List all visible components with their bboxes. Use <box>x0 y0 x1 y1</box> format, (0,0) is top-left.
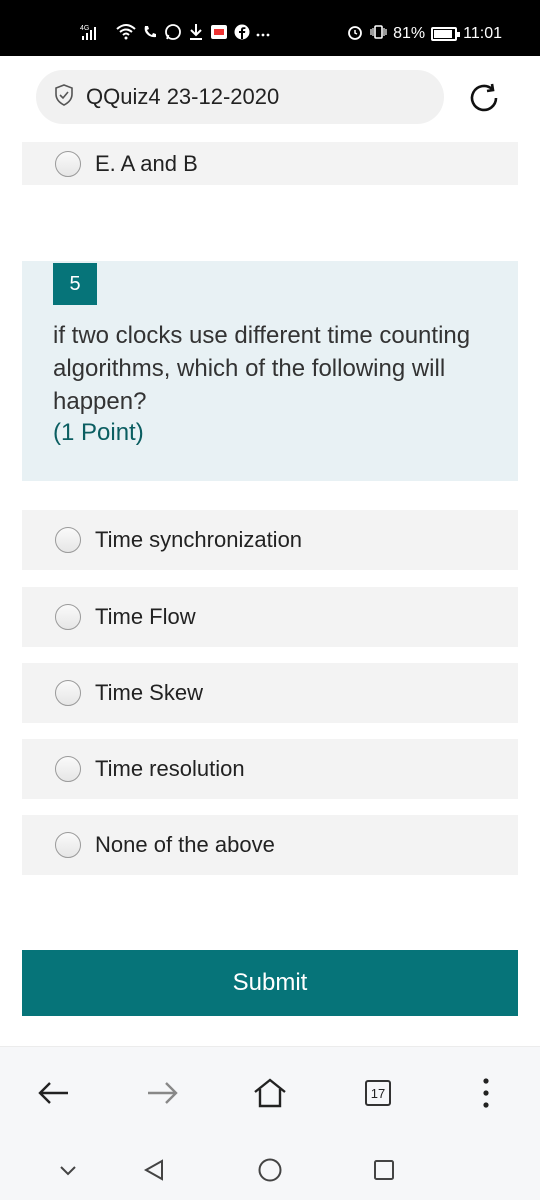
option-label: Time Skew <box>95 680 203 705</box>
vibrate-icon <box>369 24 387 45</box>
whatsapp-icon <box>164 23 182 46</box>
tabs-button[interactable]: 17 <box>358 1073 398 1113</box>
submit-button[interactable]: Submit <box>22 950 518 1016</box>
answer-option[interactable]: Time Skew <box>22 663 518 723</box>
radio-button[interactable] <box>55 832 81 858</box>
phone-icon <box>142 24 158 45</box>
refresh-icon <box>470 83 498 112</box>
question-text: if two clocks use different time countin… <box>53 322 471 415</box>
status-right-icons: 81% 11:01 <box>347 20 502 48</box>
menu-button[interactable] <box>466 1073 506 1113</box>
option-previous-e[interactable]: E. A and B <box>22 142 518 185</box>
answer-option[interactable]: Time resolution <box>22 739 518 799</box>
page-title: QQuiz4 23-12-2020 <box>86 84 280 109</box>
app-icon <box>210 24 228 45</box>
menu-dots-icon <box>483 1078 489 1108</box>
answer-option[interactable]: None of the above <box>22 815 518 875</box>
system-home-button[interactable] <box>250 1150 290 1190</box>
system-nav-bar <box>0 1130 540 1200</box>
wifi-icon <box>116 23 136 46</box>
option-label: None of the above <box>95 832 275 857</box>
recents-square-icon <box>374 1160 394 1180</box>
home-icon <box>254 1078 286 1108</box>
svg-text:4G: 4G <box>80 25 89 32</box>
back-button[interactable] <box>34 1073 74 1113</box>
facebook-icon <box>234 24 250 45</box>
address-bar[interactable]: QQuiz4 23-12-2020 <box>36 70 444 124</box>
battery-level <box>434 30 452 38</box>
browser-toolbar: 17 <box>0 1046 540 1130</box>
status-bar: 4G 81% 11:01 <box>0 0 540 56</box>
system-recents-button[interactable] <box>364 1150 404 1190</box>
collapse-chevron-icon <box>60 1166 76 1176</box>
collapse-button[interactable] <box>48 1150 88 1190</box>
tabs-icon: 17 <box>365 1080 391 1106</box>
question-points: (1 Point) <box>53 419 144 446</box>
home-button[interactable] <box>250 1073 290 1113</box>
answer-option[interactable]: Time Flow <box>22 587 518 647</box>
signal-icon: 4G <box>80 23 110 46</box>
question-number-badge: 5 <box>53 263 97 305</box>
answer-option[interactable]: Time synchronization <box>22 510 518 570</box>
clock-time: 11:01 <box>463 25 502 42</box>
more-icon <box>256 25 270 43</box>
alarm-icon <box>347 24 363 45</box>
status-left-icons: 4G <box>80 20 270 48</box>
battery-percent: 81% <box>393 25 426 42</box>
screen: 4G 81% 11:01 QQuiz4 23-12-2020 E. A and … <box>0 0 540 1200</box>
option-label: Time Flow <box>95 604 196 629</box>
back-arrow-icon <box>38 1082 68 1104</box>
forward-arrow-icon <box>148 1082 178 1104</box>
radio-button[interactable] <box>55 150 81 177</box>
option-label: Time resolution <box>95 756 245 781</box>
option-label: Time synchronization <box>95 527 303 552</box>
radio-button[interactable] <box>55 604 81 630</box>
battery-icon <box>431 27 461 41</box>
radio-button[interactable] <box>55 527 81 553</box>
system-back-button[interactable] <box>134 1150 174 1190</box>
radio-button[interactable] <box>55 756 81 782</box>
download-icon <box>188 23 204 46</box>
shield-check-icon <box>54 83 74 111</box>
home-circle-icon <box>258 1158 282 1182</box>
back-triangle-icon <box>143 1159 163 1181</box>
forward-button[interactable] <box>142 1073 182 1113</box>
question-card: 5 if two clocks use different time count… <box>22 261 518 481</box>
option-label: E. A and B <box>95 150 198 176</box>
refresh-button[interactable] <box>466 80 502 116</box>
radio-button[interactable] <box>55 680 81 706</box>
